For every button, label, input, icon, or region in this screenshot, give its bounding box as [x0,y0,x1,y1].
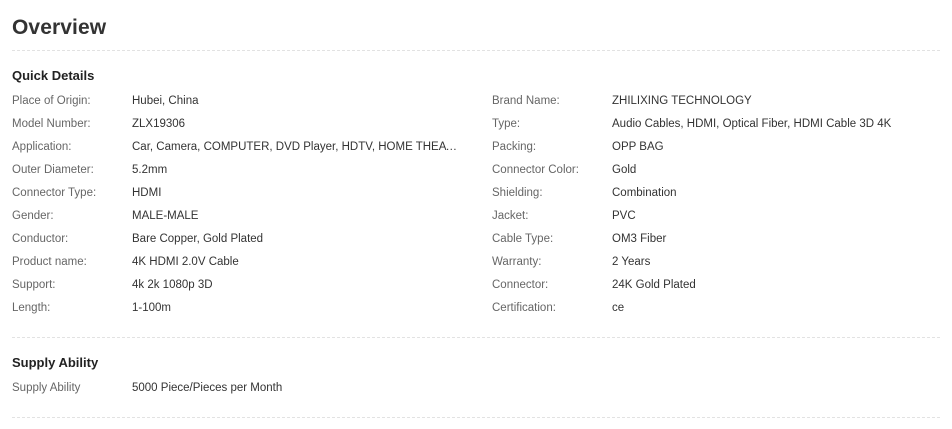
detail-row: Place of Origin: Hubei, China Brand Name… [12,91,940,114]
detail-label: Length: [12,302,51,314]
detail-row: Product name: 4K HDMI 2.0V Cable Warrant… [12,252,940,275]
detail-value: Bare Copper, Gold Plated [132,233,264,245]
detail-label: Product name: [12,256,87,268]
detail-value: OM3 Fiber [612,233,667,245]
detail-label: Conductor: [12,233,69,245]
detail-label: Connector Type: [12,187,97,199]
quick-details-title: Quick Details [12,68,95,83]
detail-label: Warranty: [492,256,542,268]
detail-label: Certification: [492,302,556,314]
detail-value: 5.2mm [132,164,168,176]
detail-value: PVC [612,210,636,222]
supply-ability-divider [12,417,940,418]
detail-label: Model Number: [12,118,91,130]
supply-ability-label: Supply Ability [12,382,81,394]
detail-value: 4K HDMI 2.0V Cable [132,256,239,268]
overview-title: Overview [12,16,107,39]
detail-value: Hubei, China [132,95,199,107]
detail-label: Cable Type: [492,233,554,245]
detail-value: ce [612,302,625,314]
detail-row: Length: 1-100m Certification: ce [12,298,940,321]
detail-row: Support: 4k 2k 1080p 3D Connector: 24K G… [12,275,940,298]
detail-label: Support: [12,279,56,291]
detail-row: Outer Diameter: 5.2mm Connector Color: G… [12,160,940,183]
detail-label: Outer Diameter: [12,164,94,176]
detail-label: Jacket: [492,210,529,222]
detail-value: Audio Cables, HDMI, Optical Fiber, HDMI … [612,118,892,130]
detail-value: 2 Years [612,256,651,268]
detail-label: Brand Name: [492,95,560,107]
detail-row: Gender: MALE-MALE Jacket: PVC [12,206,940,229]
detail-value: 1-100m [132,302,171,314]
detail-label: Connector Color: [492,164,579,176]
detail-value: 4k 2k 1080p 3D [132,279,213,291]
detail-label: Shielding: [492,187,543,199]
detail-value: Gold [612,164,637,176]
supply-ability-value: 5000 Piece/Pieces per Month [132,382,283,394]
detail-label: Gender: [12,210,54,222]
detail-label: Packing: [492,141,537,153]
detail-label: Type: [492,118,521,130]
detail-value: OPP BAG [612,141,664,153]
supply-ability-title: Supply Ability [12,355,99,370]
detail-row: Connector Type: HDMI Shielding: Combinat… [12,183,940,206]
detail-row: Model Number: ZLX19306 Type: Audio Cable… [12,114,940,137]
detail-value: Car, Camera, COMPUTER, DVD Player, HDTV,… [132,141,462,153]
detail-label: Connector: [492,279,549,291]
detail-value: ZLX19306 [132,118,186,130]
detail-row: Conductor: Bare Copper, Gold Plated Cabl… [12,229,940,252]
detail-value: MALE-MALE [132,210,199,222]
detail-row: Application: Car, Camera, COMPUTER, DVD … [12,137,940,160]
detail-label: Application: [12,141,72,153]
detail-value: ZHILIXING TECHNOLOGY [612,95,752,107]
quick-details-divider [12,337,940,338]
detail-value: HDMI [132,187,162,199]
detail-label: Place of Origin: [12,95,91,107]
detail-value: Combination [612,187,677,199]
overview-divider [12,50,940,51]
supply-ability-row: Supply Ability 5000 Piece/Pieces per Mon… [12,378,940,401]
detail-value: 24K Gold Plated [612,279,696,291]
